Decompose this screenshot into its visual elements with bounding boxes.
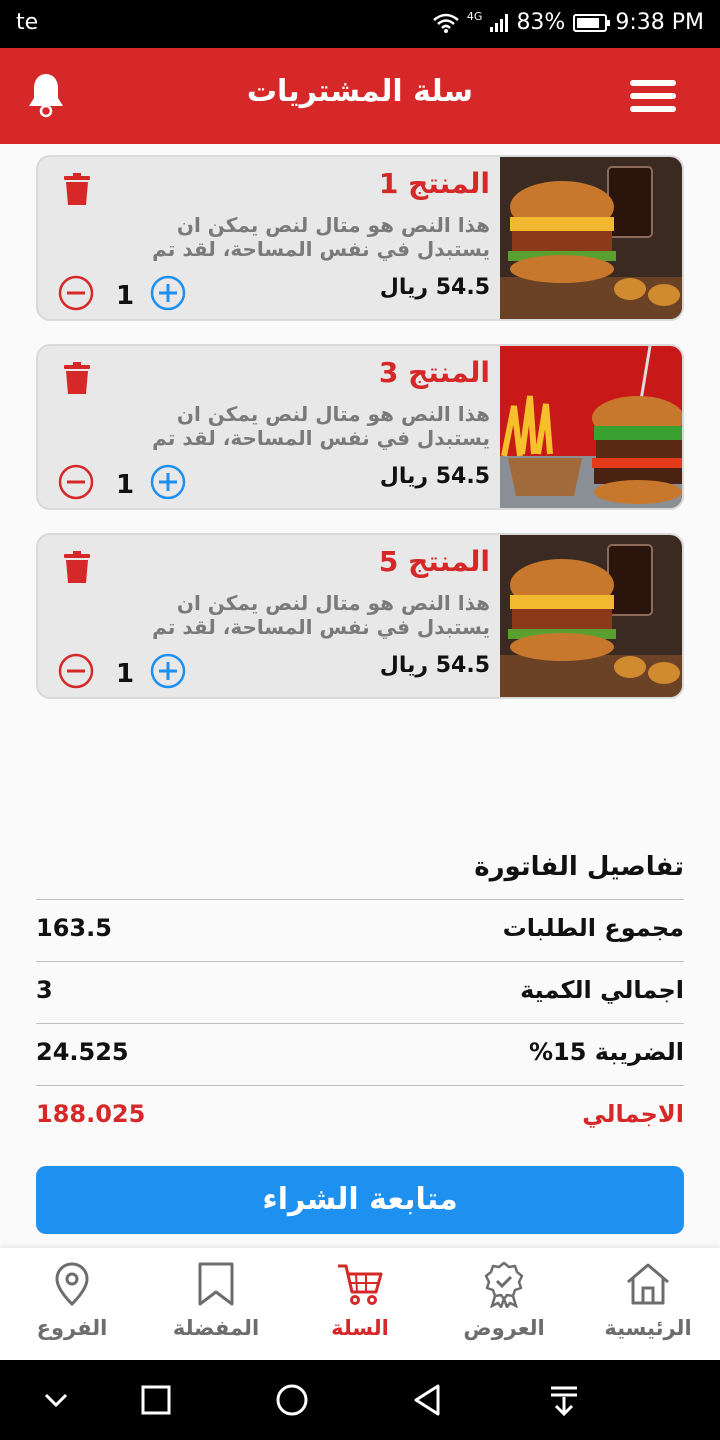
- nav-item-offers[interactable]: العروض: [432, 1248, 576, 1360]
- location-pin-icon: [55, 1262, 89, 1307]
- trash-icon[interactable]: [64, 551, 90, 583]
- increase-quantity-button[interactable]: [150, 464, 186, 500]
- product-price: 54.5 ريال: [379, 464, 490, 489]
- invoice-row-subtotal: مجموع الطلبات 163.5: [36, 900, 684, 962]
- nav-label: الفروع: [36, 1316, 108, 1340]
- network-type: 4G: [466, 10, 483, 23]
- subtotal-label: مجموع الطلبات: [502, 914, 684, 942]
- invoice-row-tax: الضريبة 15% 24.525: [36, 1024, 684, 1086]
- nav-label: المفضلة: [172, 1316, 260, 1340]
- nav-item-favorites[interactable]: المفضلة: [144, 1248, 288, 1360]
- total-label: الاجمالي: [582, 1100, 684, 1128]
- nav-label: السلة: [331, 1316, 389, 1340]
- nav-label: الرئيسية: [604, 1316, 692, 1340]
- chevron-down-icon[interactable]: [38, 1382, 74, 1418]
- page-title: سلة المشتريات: [246, 74, 474, 109]
- quantity-value: 1: [116, 470, 135, 500]
- clock: 9:38 PM: [615, 10, 704, 35]
- trash-icon[interactable]: [64, 173, 90, 205]
- decrease-quantity-button[interactable]: [58, 653, 94, 689]
- nav-item-home[interactable]: الرئيسية: [576, 1248, 720, 1360]
- nav-item-cart[interactable]: السلة: [288, 1248, 432, 1360]
- quantity-label: اجمالي الكمية: [520, 976, 684, 1004]
- recents-icon[interactable]: [138, 1382, 174, 1418]
- invoice-row-total: الاجمالي 188.025: [36, 1086, 684, 1148]
- app-bar: سلة المشتريات: [0, 48, 720, 144]
- product-image: [500, 346, 682, 508]
- battery-icon: [573, 13, 611, 32]
- quantity-value: 1: [116, 659, 135, 689]
- cart-item: المنتج 5 هذا النص هو متال لنص يمكن ان يس…: [36, 533, 684, 699]
- nav-item-branches[interactable]: الفروع: [0, 1248, 144, 1360]
- product-price: 54.5 ريال: [379, 653, 490, 678]
- invoice-row-quantity: اجمالي الكمية 3: [36, 962, 684, 1024]
- cart-item: المنتج 1 هذا النص هو متال لنص يمكن ان يس…: [36, 155, 684, 321]
- home-icon: [627, 1263, 669, 1305]
- product-description: هذا النص هو متال لنص يمكن ان يستبدل في ن…: [152, 591, 490, 639]
- notifications-pull-icon[interactable]: [546, 1382, 582, 1418]
- status-bar: te 4G 83% 9:38 PM: [0, 0, 720, 48]
- nav-label: العروض: [463, 1316, 545, 1340]
- total-value: 188.025: [36, 1100, 146, 1128]
- battery-fill: [577, 17, 600, 28]
- cart-item: المنتج 3 هذا النص هو متال لنص يمكن ان يس…: [36, 344, 684, 510]
- back-icon[interactable]: [410, 1382, 446, 1418]
- increase-quantity-button[interactable]: [150, 275, 186, 311]
- product-name: المنتج 5: [378, 545, 490, 578]
- product-price: 54.5 ريال: [379, 275, 490, 300]
- decrease-quantity-button[interactable]: [58, 275, 94, 311]
- checkout-button[interactable]: متابعة الشراء: [36, 1166, 684, 1234]
- product-image: [500, 535, 682, 697]
- signal-icon: [490, 13, 509, 32]
- bookmark-icon: [198, 1262, 234, 1306]
- product-image: [500, 157, 682, 319]
- product-name: المنتج 1: [378, 167, 490, 200]
- product-description: هذا النص هو متال لنص يمكن ان يستبدل في ن…: [152, 213, 490, 261]
- cart-icon: [338, 1264, 383, 1305]
- trash-icon[interactable]: [64, 362, 90, 394]
- product-name: المنتج 3: [378, 356, 490, 389]
- home-circle-icon[interactable]: [274, 1382, 310, 1418]
- tax-value: 24.525: [36, 1038, 129, 1066]
- system-nav-bar: [0, 1360, 720, 1440]
- invoice-title: تفاصيل الفاتورة: [36, 840, 684, 900]
- product-description: هذا النص هو متال لنص يمكن ان يستبدل في ن…: [152, 402, 490, 450]
- wifi-icon: [433, 13, 459, 33]
- increase-quantity-button[interactable]: [150, 653, 186, 689]
- quantity-value: 1: [116, 281, 135, 311]
- carrier-label: te: [16, 10, 39, 35]
- subtotal-value: 163.5: [36, 914, 112, 942]
- total-quantity-value: 3: [36, 976, 53, 1004]
- badge-icon: [484, 1261, 524, 1308]
- tax-label: الضريبة 15%: [529, 1038, 684, 1066]
- menu-icon[interactable]: [630, 80, 676, 112]
- battery-percent: 83%: [516, 10, 566, 35]
- invoice-details: تفاصيل الفاتورة مجموع الطلبات 163.5 اجما…: [36, 840, 684, 1148]
- status-icons: 4G 83% 9:38 PM: [433, 10, 704, 35]
- decrease-quantity-button[interactable]: [58, 464, 94, 500]
- bottom-nav: الفروع المفضلة السلة العروض الرئيسية: [0, 1248, 720, 1360]
